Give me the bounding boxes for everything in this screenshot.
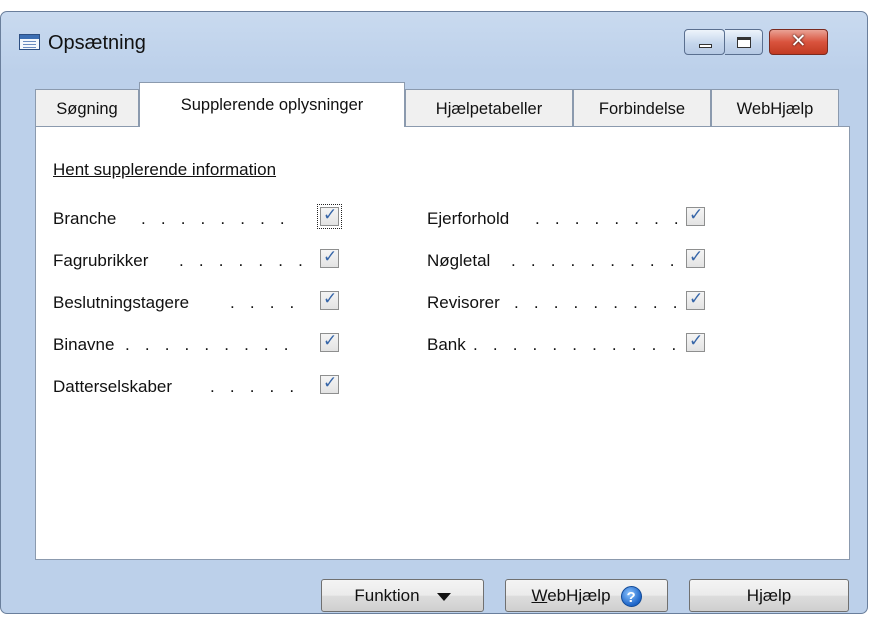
leader-dots: . . . . . . . .	[535, 209, 683, 228]
option-branche: Branche . . . . . . . .	[53, 204, 353, 233]
revisorer-checkbox[interactable]	[686, 289, 705, 310]
maximize-button[interactable]	[725, 29, 763, 55]
option-datterselskaber: Datterselskaber . . . . .	[53, 373, 353, 401]
option-noegletal: Nøgletal . . . . . . . . .	[427, 247, 727, 275]
leader-dots: . . . . . . . . .	[514, 293, 683, 312]
window-title: Opsætning	[48, 32, 146, 54]
datterselskaber-checkbox[interactable]	[320, 373, 339, 394]
leader-dots: . . . . . . . . .	[125, 335, 294, 354]
option-bank: Bank . . . . . . . . . . .	[427, 331, 727, 359]
webhelp-label: ebHjælp	[547, 586, 611, 605]
beslutningstagere-checkbox[interactable]	[320, 289, 339, 310]
section-heading: Hent supplerende information	[53, 160, 277, 179]
tab-forbindelse[interactable]: Forbindelse	[573, 89, 711, 127]
minimize-icon	[699, 44, 712, 48]
table-icon	[19, 34, 40, 50]
help-button[interactable]: Hjælp	[689, 579, 849, 612]
fagrubrikker-checkbox[interactable]	[320, 247, 339, 268]
maximize-icon	[737, 37, 751, 48]
noegletal-checkbox[interactable]	[686, 247, 705, 268]
chevron-down-icon	[436, 592, 451, 601]
option-beslutningstagere: Beslutningstagere . . . .	[53, 289, 353, 317]
option-fagrubrikker: Fagrubrikker . . . . . . .	[53, 247, 353, 275]
tab-webhjaelp[interactable]: WebHjælp	[711, 89, 839, 127]
option-label: Datterselskaber	[53, 377, 173, 396]
leader-dots: . . . . . . . . . . .	[473, 335, 682, 354]
option-label: Ejerforhold	[427, 209, 510, 228]
tab-panel: Hent supplerende information Branche . .…	[35, 126, 850, 560]
option-binavne: Binavne . . . . . . . . .	[53, 331, 353, 359]
close-icon: ✕	[790, 31, 807, 52]
tab-supplerende-oplysninger[interactable]: Supplerende oplysninger	[139, 82, 405, 127]
option-ejerforhold: Ejerforhold . . . . . . . .	[427, 205, 727, 233]
leader-dots: . . . . . . .	[179, 251, 309, 270]
option-label: Revisorer	[427, 293, 500, 312]
title-bar[interactable]: Opsætning ✕	[1, 12, 867, 70]
tab-sogning[interactable]: Søgning	[35, 89, 139, 127]
option-label: Bank	[427, 335, 466, 354]
close-button[interactable]: ✕	[769, 29, 828, 55]
leader-dots: . . . . .	[210, 377, 300, 396]
tab-hjaelpetabeller[interactable]: Hjælpetabeller	[405, 89, 573, 127]
bank-checkbox[interactable]	[686, 331, 705, 352]
function-label: Funktion	[354, 586, 420, 605]
leader-dots: . . . . . . . .	[141, 209, 290, 228]
branche-checkbox[interactable]	[317, 204, 342, 229]
option-label: Branche	[53, 209, 117, 228]
option-label: Binavne	[53, 335, 115, 354]
setup-window: Opsætning ✕ Søgning Supplerende oplysnin…	[0, 11, 868, 614]
leader-dots: . . . . . . . . .	[511, 251, 680, 270]
leader-dots: . . . .	[230, 293, 300, 312]
option-label: Fagrubrikker	[53, 251, 149, 270]
ejerforhold-checkbox[interactable]	[686, 205, 705, 226]
function-button[interactable]: Funktion	[321, 579, 484, 612]
option-revisorer: Revisorer . . . . . . . . .	[427, 289, 727, 317]
webhelp-accelerator: W	[531, 586, 548, 605]
help-icon: ?	[620, 586, 642, 608]
webhelp-button[interactable]: WebHjælp?	[505, 579, 668, 612]
minimize-button[interactable]	[684, 29, 725, 55]
option-label: Nøgletal	[427, 251, 491, 270]
option-label: Beslutningstagere	[53, 293, 190, 312]
binavne-checkbox[interactable]	[320, 331, 339, 352]
